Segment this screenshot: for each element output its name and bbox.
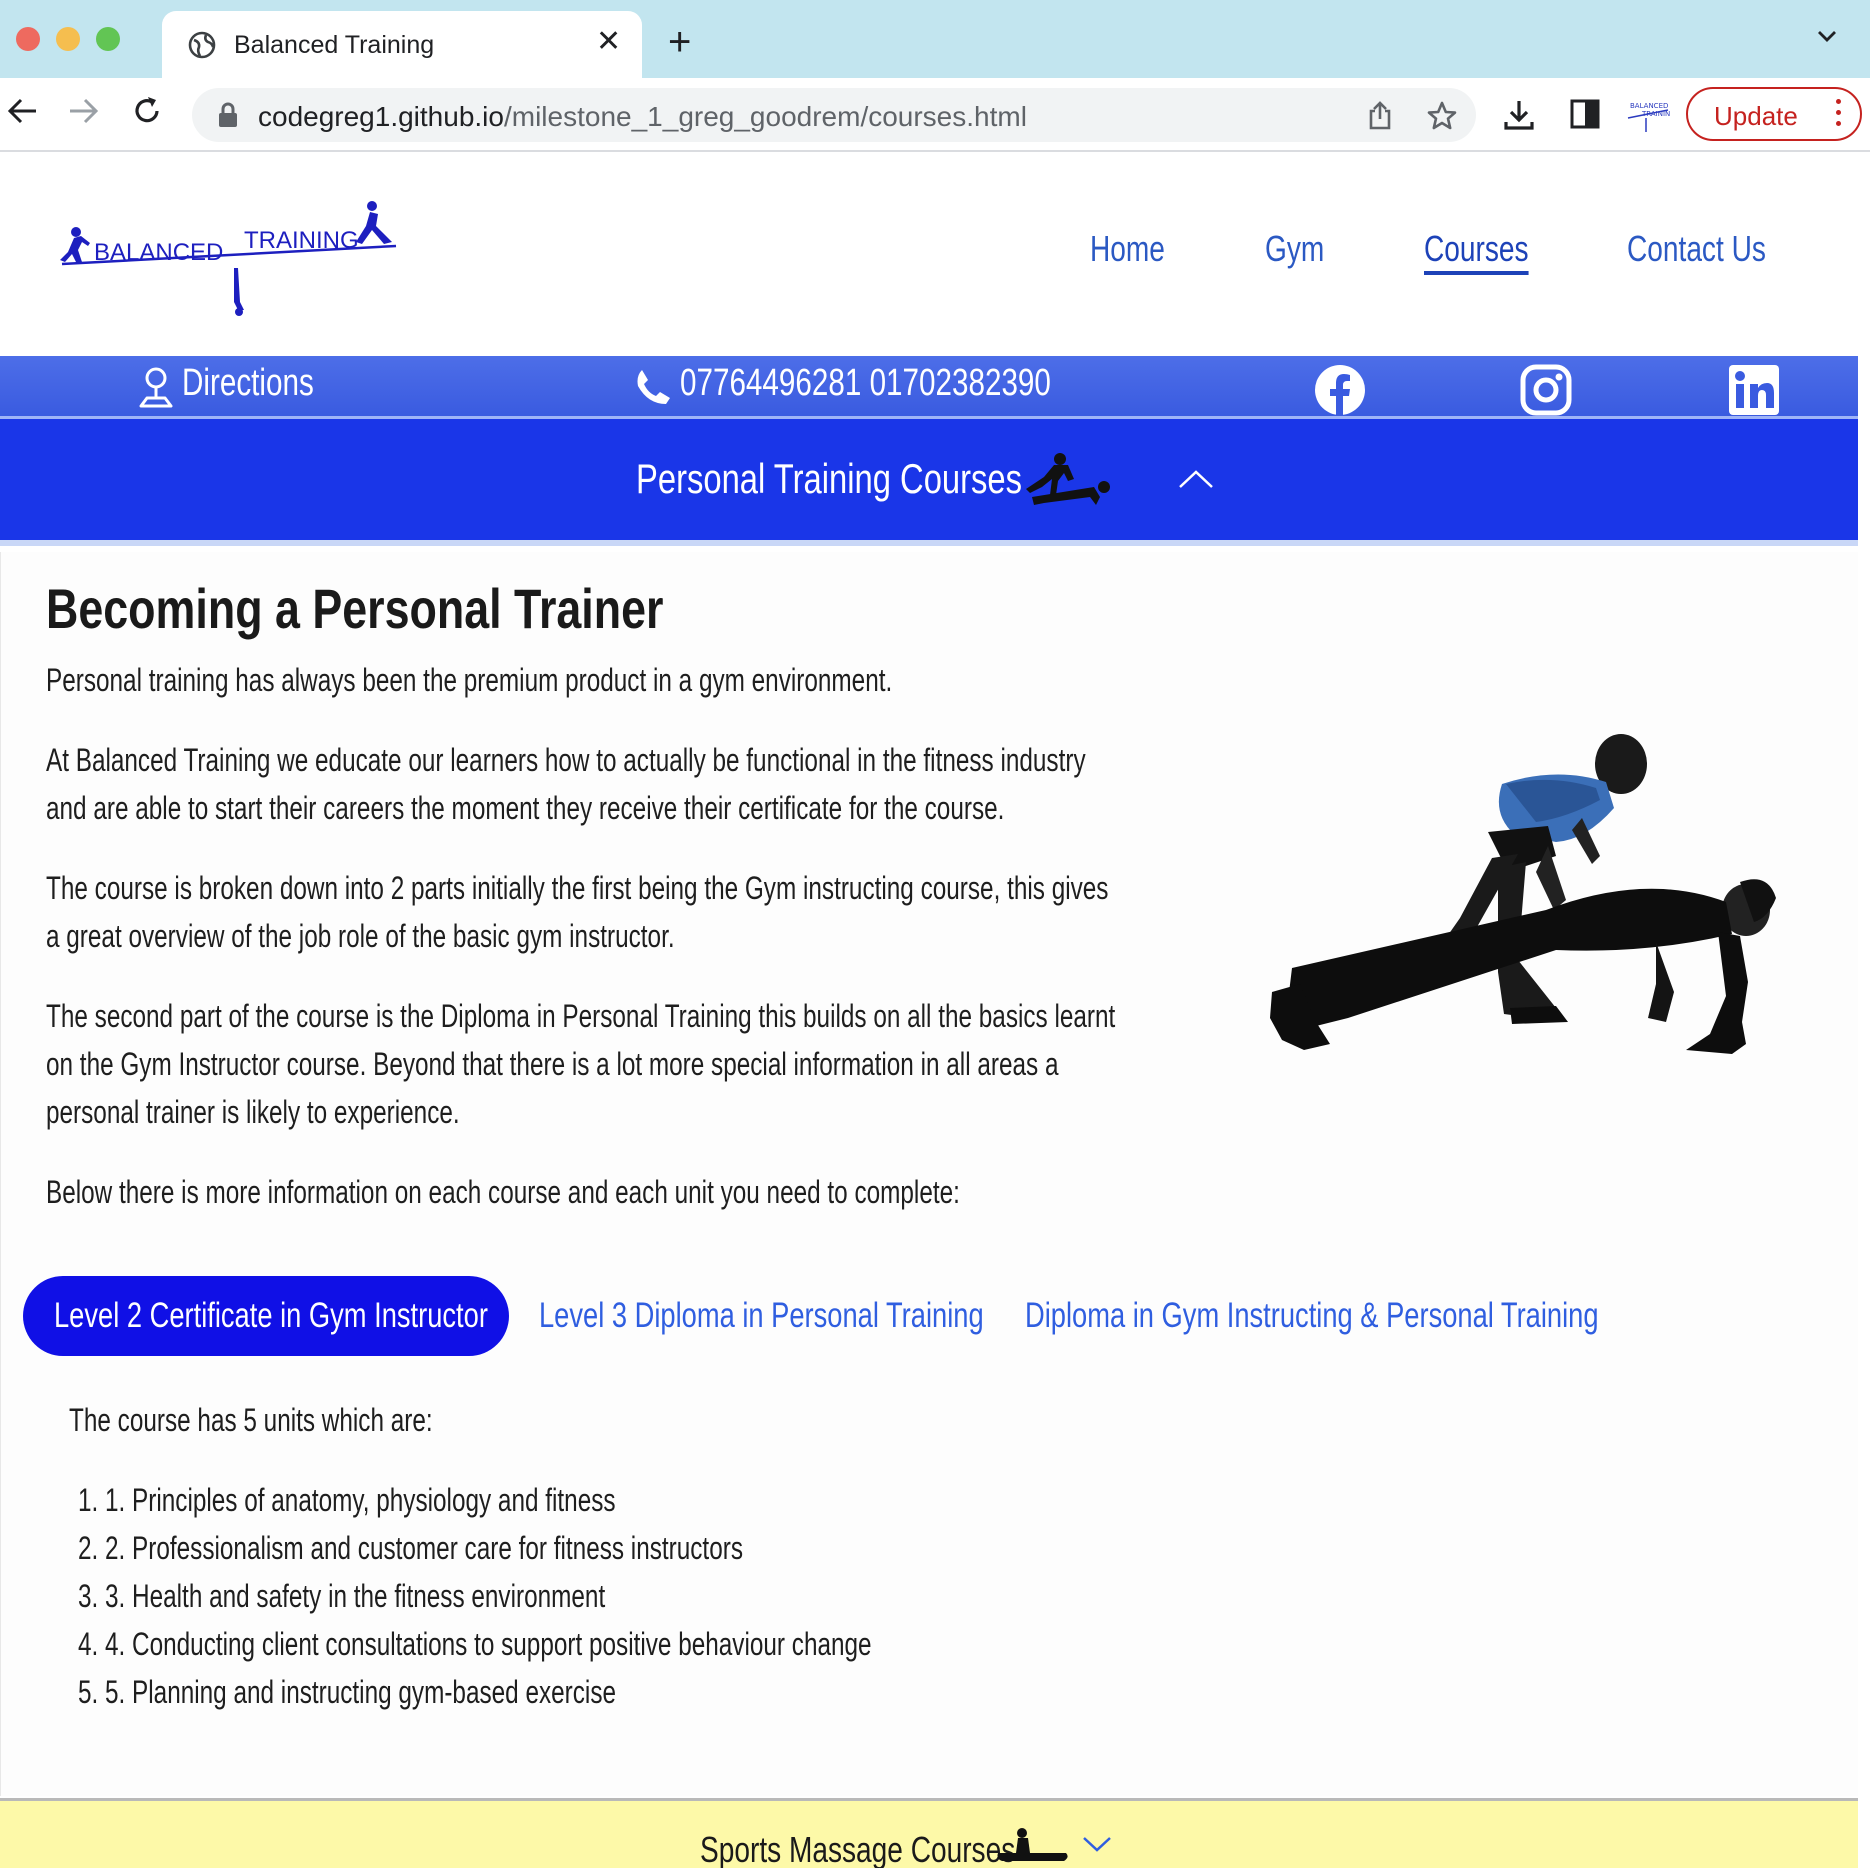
facebook-icon[interactable] [1314,364,1366,416]
svg-text:BALANCED: BALANCED [1630,102,1668,110]
site-logo[interactable]: BALANCED TRAINING [56,198,402,318]
nav-contact-link[interactable]: Contact Us [1627,228,1766,270]
page-heading: Becoming a Personal Trainer [46,577,664,640]
chevron-down-icon[interactable] [1082,1835,1112,1853]
list-item: 5. Planning and instructing gym-based ex… [105,1674,616,1711]
back-arrow-icon[interactable] [6,94,40,128]
update-button[interactable]: Update [1686,87,1862,141]
paragraph-line: personal trainer is likely to experience… [46,1094,460,1130]
tab-label: Level 3 Diploma in Personal Training [539,1296,984,1335]
paragraph-line: At Balanced Training we educate our lear… [46,742,1086,778]
url-text[interactable]: codegreg1.github.io/milestone_1_greg_goo… [258,101,1027,133]
browser-tab-strip: Balanced Training ✕ + [0,0,1870,79]
address-bar[interactable]: codegreg1.github.io/milestone_1_greg_goo… [192,88,1476,142]
linkedin-icon[interactable] [1728,364,1780,416]
section-title: Sports Massage Courses [700,1829,1016,1868]
logo-text-training: TRAINING [244,227,359,254]
minimize-window-button[interactable] [56,27,80,51]
handstand-figure-icon [234,268,244,316]
units-intro: The course has 5 units which are: [69,1402,433,1438]
forward-arrow-icon[interactable] [66,94,100,128]
list-item: 4. Conducting client consultations to su… [105,1626,872,1663]
update-label: Update [1714,101,1798,131]
close-window-button[interactable] [16,27,40,51]
list-item: 3. Health and safety in the fitness envi… [105,1578,605,1615]
paragraph-line: and are able to start their careers the … [46,790,1005,826]
tab-label: Level 2 Certificate in Gym Instructor [54,1296,488,1335]
nav-home-link[interactable]: Home [1090,228,1165,270]
tab-label: Diploma in Gym Instructing & Personal Tr… [1025,1296,1599,1335]
nav-gym-link[interactable]: Gym [1265,228,1324,270]
bookmark-star-icon[interactable] [1426,100,1458,132]
browser-tab[interactable]: Balanced Training ✕ [162,11,642,79]
trainer-and-client-image [1270,734,1776,1054]
nav-courses-link[interactable]: Courses [1424,228,1529,270]
yoga-figure-icon [356,201,392,244]
phone-icon [637,370,670,404]
url-host: codegreg1.github.io [258,101,504,132]
download-icon[interactable] [1502,98,1536,132]
chevron-up-icon[interactable] [1178,469,1214,489]
globe-icon [188,31,216,59]
contact-info-bar: Directions 07764496281 01702382390 [0,356,1858,416]
new-tab-icon[interactable]: + [668,22,691,62]
list-item: 2. Professionalism and customer care for… [105,1530,743,1567]
reload-icon[interactable] [130,94,164,128]
course-content: Becoming a Personal Trainer Personal tra… [0,552,1858,1796]
trainer-silhouette-icon [1026,453,1110,505]
paragraph-line: The course is broken down into 2 parts i… [46,870,1109,906]
maximize-window-button[interactable] [96,27,120,51]
url-path: /milestone_1_greg_goodrem/courses.html [503,101,1027,132]
tab-search-chevron-icon[interactable] [1816,28,1838,44]
sports-massage-accordion-header[interactable]: Sports Massage Courses [0,1798,1858,1868]
paragraph-line: a great overview of the job role of the … [46,918,675,954]
tab-title: Balanced Training [234,31,435,59]
lock-icon[interactable] [218,102,238,128]
instagram-icon[interactable] [1520,364,1572,416]
list-item: 1. Principles of anatomy, physiology and… [105,1482,616,1519]
logo-text-balanced: BALANCED [94,239,223,266]
phone-numbers[interactable]: 07764496281 01702382390 [680,362,1051,405]
paragraph-line: The second part of the course is the Dip… [46,998,1116,1034]
close-tab-icon[interactable]: ✕ [596,27,621,57]
massage-silhouette-icon [997,1828,1068,1861]
runner-figure-icon [60,227,90,262]
tab-level2-gym-instructor[interactable]: Level 2 Certificate in Gym Instructor [23,1276,509,1356]
more-options-icon[interactable] [1836,99,1842,132]
paragraph-line: on the Gym Instructor course. Beyond tha… [46,1046,1059,1082]
directions-link[interactable]: Directions [182,362,314,405]
tab-level3-personal-training[interactable]: Level 3 Diploma in Personal Training [539,1276,984,1356]
map-pin-icon[interactable] [138,366,174,408]
intro-paragraph-line: Personal training has always been the pr… [46,662,893,698]
share-icon[interactable] [1366,101,1394,131]
section-title: Personal Training Courses [636,455,1023,502]
browser-toolbar: codegreg1.github.io/milestone_1_greg_goo… [0,78,1870,152]
paragraph-line: Below there is more information on each … [46,1174,960,1210]
tab-diploma-gym-pt[interactable]: Diploma in Gym Instructing & Personal Tr… [1025,1276,1599,1356]
side-panel-icon[interactable] [1570,99,1600,129]
extension-logo-icon[interactable]: BALANCED TRAINING [1626,96,1670,136]
personal-training-accordion-header[interactable]: Personal Training Courses [0,416,1858,546]
